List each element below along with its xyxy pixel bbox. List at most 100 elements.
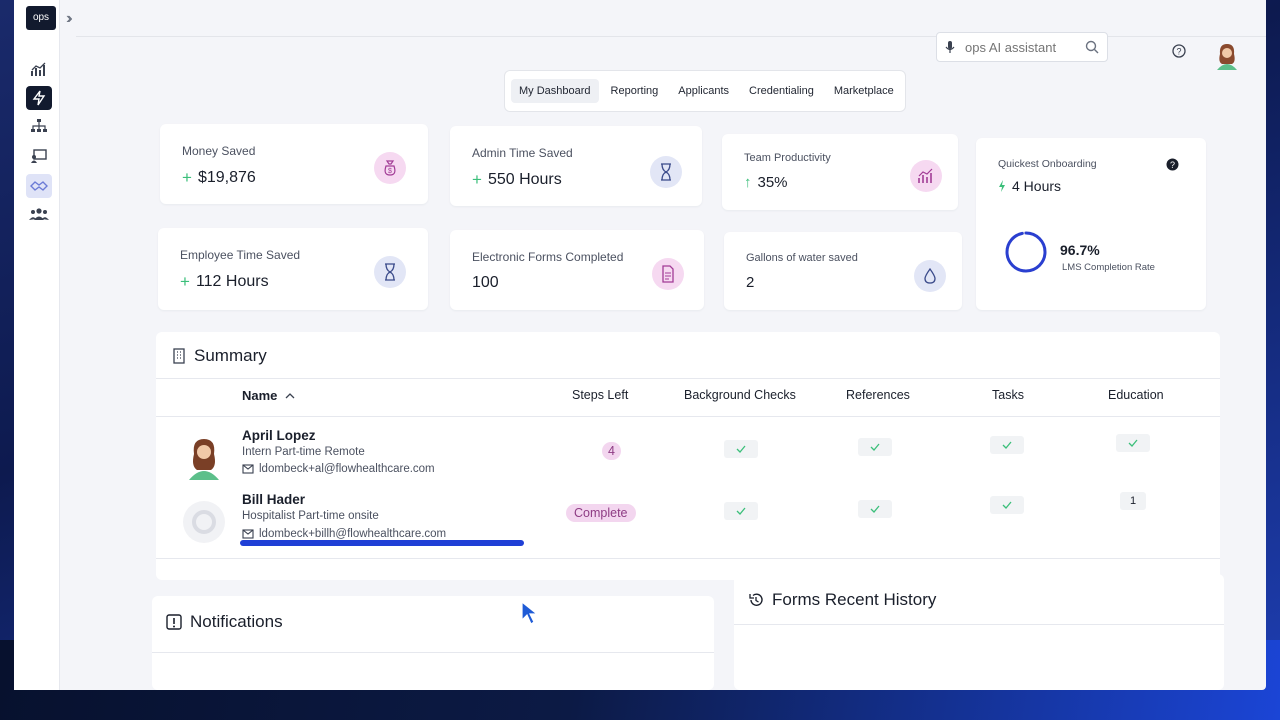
steps-left-badge: 4	[602, 442, 621, 460]
card-value: ↑ 35%	[744, 174, 788, 191]
sort-ascending-icon[interactable]	[285, 392, 295, 399]
card-label: Electronic Forms Completed	[472, 250, 624, 264]
building-icon	[173, 348, 185, 364]
employee-time-value: 112 Hours	[195, 273, 269, 290]
divider	[156, 416, 1220, 417]
ai-assistant-search[interactable]	[936, 32, 1108, 62]
team-icon[interactable]	[26, 202, 52, 226]
hourglass-icon	[374, 256, 406, 288]
lightning-icon	[999, 180, 1005, 192]
lightning-icon[interactable]	[26, 86, 52, 110]
forms-history-title: Forms Recent History	[772, 590, 937, 609]
employee-time-card: Employee Time Saved + 112 Hours	[158, 228, 428, 310]
applicant-role: Intern Part-time Remote	[242, 446, 365, 458]
card-label: Admin Time Saved	[472, 146, 573, 160]
main-tabs: My Dashboard Reporting Applicants Creden…	[504, 70, 906, 112]
card-value: 4 Hours	[998, 178, 1061, 194]
applicant-role: Hospitalist Part-time onsite	[242, 510, 379, 522]
forms-completed-value: 100	[472, 274, 499, 291]
column-tasks[interactable]: Tasks	[992, 388, 1024, 402]
applicant-email[interactable]: ldombeck+al@flowhealthcare.com	[242, 463, 435, 475]
history-icon	[749, 593, 763, 606]
check-icon	[1116, 434, 1150, 452]
tab-applicants[interactable]: Applicants	[670, 79, 737, 103]
svg-text:$: $	[388, 168, 392, 175]
column-background-checks[interactable]: Background Checks	[684, 388, 796, 402]
expand-sidebar-icon[interactable]: ››	[66, 10, 72, 28]
water-saved-card: Gallons of water saved 2	[724, 232, 962, 310]
mail-icon	[242, 529, 254, 539]
card-label: Money Saved	[182, 144, 256, 158]
card-value: + 112 Hours	[180, 272, 269, 292]
arrow-up-icon: ↑	[744, 174, 752, 191]
forms-completed-card: Electronic Forms Completed 100	[450, 230, 704, 310]
notifications-panel: Notifications	[152, 596, 714, 690]
svg-text:?: ?	[1176, 47, 1181, 57]
money-saved-card: Money Saved + $19,876 $	[160, 124, 428, 204]
water-drop-icon	[914, 260, 946, 292]
avatar	[184, 436, 224, 485]
info-icon[interactable]: ?	[1166, 158, 1179, 176]
applicant-email[interactable]: ldombeck+billh@flowhealthcare.com	[242, 528, 446, 540]
alert-icon	[166, 614, 182, 630]
plus-icon: +	[472, 170, 482, 189]
search-icon[interactable]	[1085, 40, 1099, 54]
logo[interactable]: ops	[26, 6, 56, 30]
money-bag-icon: $	[374, 152, 406, 184]
notifications-header: Notifications	[166, 612, 283, 632]
tab-reporting[interactable]: Reporting	[603, 79, 667, 103]
applicant-name[interactable]: April Lopez	[242, 428, 316, 443]
tab-marketplace[interactable]: Marketplace	[826, 79, 902, 103]
highlight-underline	[240, 540, 524, 546]
check-icon	[858, 500, 892, 518]
svg-text:?: ?	[1170, 160, 1175, 170]
check-icon	[990, 436, 1024, 454]
column-references[interactable]: References	[846, 388, 910, 402]
search-input[interactable]	[965, 39, 1075, 55]
column-education[interactable]: Education	[1108, 388, 1164, 402]
tab-my-dashboard[interactable]: My Dashboard	[511, 79, 599, 103]
microphone-icon[interactable]	[945, 40, 955, 54]
check-icon	[724, 440, 758, 458]
presentation-icon[interactable]	[26, 144, 52, 168]
tab-credentialing[interactable]: Credentialing	[741, 79, 822, 103]
lms-label: LMS Completion Rate	[1062, 262, 1155, 273]
check-icon	[858, 438, 892, 456]
water-saved-value: 2	[746, 274, 755, 291]
quickest-onboarding-card: Quickest Onboarding 4 Hours ? 96.7% LMS …	[976, 138, 1206, 310]
help-icon[interactable]: ?	[1172, 44, 1186, 63]
card-label: Quickest Onboarding	[998, 158, 1097, 170]
card-value: + $19,876	[182, 168, 256, 188]
avatar-placeholder	[182, 500, 226, 549]
app-screen: ops ›› ? My Dashboard Repo	[14, 0, 1266, 690]
steps-left-badge: Complete	[566, 504, 636, 522]
money-saved-value: $19,876	[197, 169, 256, 186]
admin-time-value: 550 Hours	[487, 171, 562, 188]
handshake-icon[interactable]	[26, 174, 52, 198]
card-label: Employee Time Saved	[180, 248, 301, 262]
divider	[734, 624, 1224, 625]
team-productivity-card: Team Productivity ↑ 35%	[722, 134, 958, 210]
user-avatar[interactable]	[1214, 42, 1240, 75]
mail-icon	[242, 464, 254, 474]
org-chart-icon[interactable]	[26, 114, 52, 138]
plus-icon: +	[182, 168, 192, 187]
lms-percent: 96.7%	[1060, 242, 1100, 258]
chart-icon	[910, 160, 942, 192]
mouse-cursor	[520, 600, 542, 631]
email-text: ldombeck+al@flowhealthcare.com	[259, 463, 435, 475]
hourglass-icon	[650, 156, 682, 188]
card-value: + 550 Hours	[472, 170, 562, 190]
team-productivity-value: 35%	[757, 174, 788, 191]
forms-history-header: Forms Recent History	[748, 590, 936, 610]
applicant-name[interactable]: Bill Hader	[242, 492, 305, 507]
column-name[interactable]: Name	[242, 388, 295, 403]
column-name-label: Name	[242, 388, 278, 403]
education-count: 1	[1120, 492, 1146, 510]
analytics-icon[interactable]	[26, 58, 52, 82]
summary-title: Summary	[194, 346, 267, 365]
column-steps-left[interactable]: Steps Left	[572, 388, 628, 402]
divider	[152, 652, 714, 653]
check-icon	[990, 496, 1024, 514]
divider	[156, 378, 1220, 379]
